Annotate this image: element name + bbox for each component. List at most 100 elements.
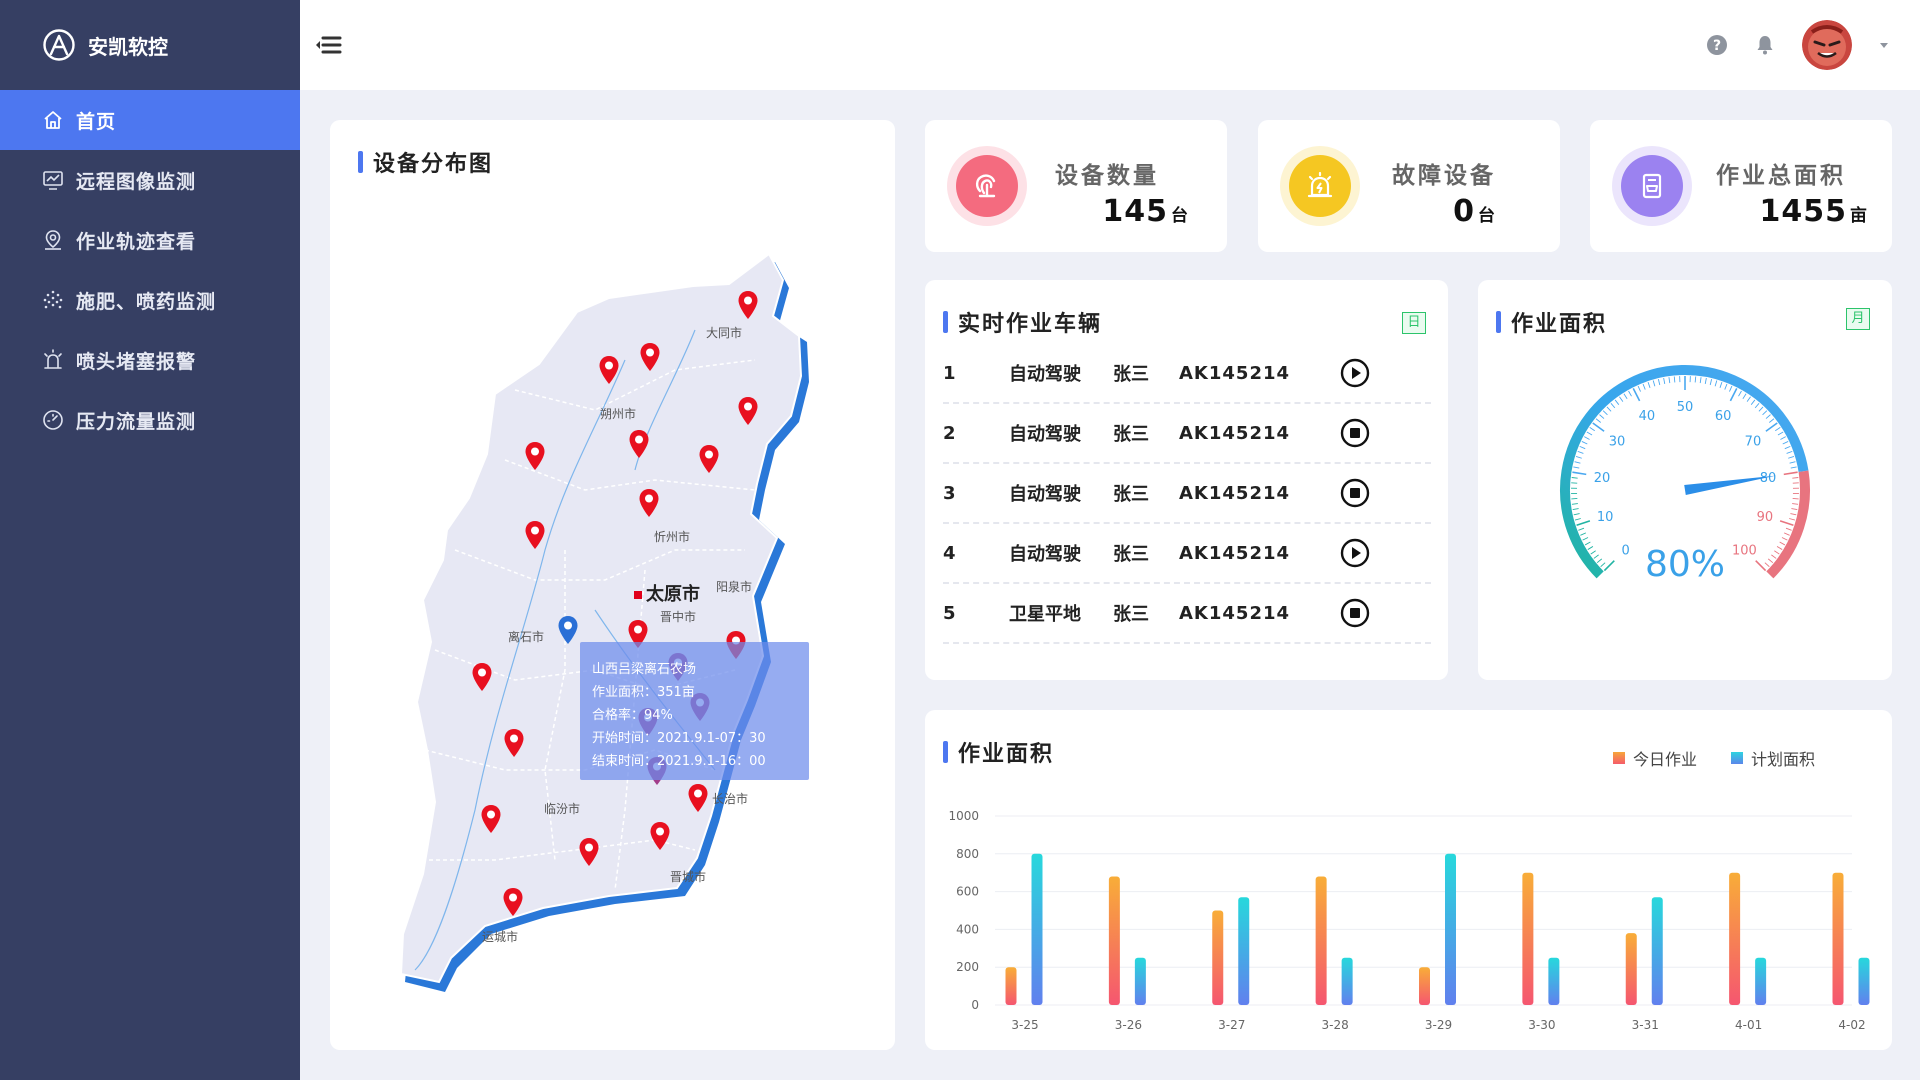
gauge-tick xyxy=(1647,382,1651,388)
vehicle-plate: AK145214 xyxy=(1179,422,1291,444)
x-tick-label: 3-30 xyxy=(1528,1018,1555,1032)
map-pin-icon[interactable] xyxy=(639,342,661,372)
map-pin-icon[interactable] xyxy=(628,429,650,459)
gauge-tick xyxy=(1777,431,1784,436)
tooltip-area: 作业面积：351亩 xyxy=(592,685,695,700)
play-icon[interactable] xyxy=(1339,357,1371,389)
sidebar-item-pressure[interactable]: 压力流量监测 xyxy=(0,390,300,450)
map-pin-icon[interactable] xyxy=(557,615,579,645)
sidebar-item-spray[interactable]: 施肥、喷药监测 xyxy=(0,270,300,330)
stop-icon[interactable] xyxy=(1339,417,1371,449)
gauge-value-label: 80% xyxy=(1645,544,1725,585)
gauge-tick xyxy=(1788,456,1795,459)
gauge-panel: 作业面积 月 0 10 20 30 40 50 60 70 80 90 100 80% xyxy=(1478,280,1892,680)
gauge-tick xyxy=(1599,414,1605,419)
x-tick-label: 4-02 xyxy=(1838,1018,1865,1032)
map-pin-icon[interactable] xyxy=(503,728,525,758)
gauge-tick xyxy=(1578,527,1585,531)
y-tick-label: 600 xyxy=(956,885,979,899)
gauge-tick xyxy=(1577,450,1584,454)
sidebar-item-track[interactable]: 作业轨迹查看 xyxy=(0,210,300,270)
gauge-tick xyxy=(1587,546,1594,550)
map-pin-icon[interactable] xyxy=(578,837,600,867)
daily-filter-badge[interactable]: 日 xyxy=(1402,312,1426,334)
gauge-tick xyxy=(1637,385,1641,392)
vehicle-mode: 自动驾驶 xyxy=(1009,424,1081,445)
y-tick-label: 400 xyxy=(956,922,979,936)
map-pin-icon[interactable] xyxy=(737,396,759,426)
gauge-tick xyxy=(1704,377,1707,384)
stat-icon-bg xyxy=(947,146,1027,226)
gauge-tick xyxy=(1724,383,1728,390)
y-tick-label: 800 xyxy=(956,847,979,861)
brand-logo-icon xyxy=(43,29,75,61)
gauge-tick xyxy=(1750,399,1756,405)
gauge-tick xyxy=(1765,422,1778,432)
gauge-tick-label: 30 xyxy=(1609,435,1626,450)
map-pin-icon[interactable] xyxy=(480,804,502,834)
stat-label: 作业总面积 xyxy=(1716,163,1846,189)
legend-label: 计划面积 xyxy=(1751,750,1816,769)
stop-icon[interactable] xyxy=(1339,597,1371,629)
sidebar-item-home[interactable]: 首页 xyxy=(0,90,300,150)
gauge-tick xyxy=(1764,562,1770,568)
gauge-tick xyxy=(1623,393,1628,400)
chevron-down-icon[interactable] xyxy=(1878,39,1890,51)
chart-bar xyxy=(1522,872,1534,1005)
vehicles-panel-title: 实时作业车辆 xyxy=(943,306,1102,338)
city-label-jincheng: 晋城市 xyxy=(670,870,707,884)
vehicle-operator: 张三 xyxy=(1113,424,1149,445)
gauge-tick xyxy=(1771,554,1777,559)
play-icon[interactable] xyxy=(1339,537,1371,569)
gauge-tick xyxy=(1600,562,1606,568)
stat-card-faults: 故障设备 0台 xyxy=(1258,120,1560,252)
sidebar-item-alarm[interactable]: 喷头堵塞报警 xyxy=(0,330,300,390)
help-icon[interactable]: ? xyxy=(1706,34,1728,56)
gauge-tick xyxy=(1758,406,1764,412)
brand[interactable]: 安凯软控 xyxy=(0,0,300,90)
gauge-tick xyxy=(1719,382,1723,388)
chart-bar xyxy=(1108,876,1120,1005)
gauge-tick xyxy=(1642,383,1646,390)
bell-icon[interactable] xyxy=(1754,34,1776,56)
sidebar-item-label: 远程图像监测 xyxy=(76,170,197,193)
tooltip-name: 山西吕梁离石农场 xyxy=(592,662,697,677)
stat-icon-circle xyxy=(956,155,1018,217)
gauge-tick-label: 20 xyxy=(1594,471,1611,486)
gauge-icon xyxy=(43,410,63,430)
menu-collapse-icon[interactable] xyxy=(314,30,344,60)
user-avatar[interactable] xyxy=(1802,20,1852,70)
map-pin-icon[interactable] xyxy=(598,355,620,385)
stat-icon-bg xyxy=(1280,146,1360,226)
gauge-tick xyxy=(1663,377,1666,384)
vehicle-plate: AK145214 xyxy=(1179,542,1291,564)
stop-icon[interactable] xyxy=(1339,477,1371,509)
map-pin-icon[interactable] xyxy=(698,444,720,474)
map-pin-icon[interactable] xyxy=(638,488,660,518)
chart-bar xyxy=(1212,910,1224,1005)
sidebar-item-remote-image[interactable]: 远程图像监测 xyxy=(0,150,300,210)
capital-marker xyxy=(634,591,642,599)
gauge-tick xyxy=(1596,558,1603,564)
map-pin-icon[interactable] xyxy=(524,441,546,471)
gauge-tick xyxy=(1767,558,1774,564)
map-pin-icon[interactable] xyxy=(687,783,709,813)
map-pin-icon[interactable] xyxy=(649,821,671,851)
map-pin-icon[interactable] xyxy=(737,290,759,320)
chart-bar xyxy=(1005,967,1017,1005)
gauge-tick xyxy=(1576,520,1591,526)
gauge-tick xyxy=(1783,532,1790,536)
vehicle-row: 5 卫星平地 张三 AK145214 xyxy=(943,584,1431,644)
map-pin-icon[interactable] xyxy=(471,662,493,692)
gauge-tick xyxy=(1783,471,1798,476)
gauge-tick xyxy=(1628,390,1632,397)
chart-bar xyxy=(1134,957,1146,1005)
map-pin-icon[interactable] xyxy=(524,520,546,550)
gauge-tick xyxy=(1580,532,1587,536)
gauge-tick xyxy=(1593,554,1599,559)
vehicle-mode: 卫星平地 xyxy=(1009,604,1081,625)
gauge-tick xyxy=(1573,513,1580,516)
gauge-tick xyxy=(1729,388,1738,402)
map-pin-icon[interactable] xyxy=(502,887,524,917)
stat-value: 0台 xyxy=(1453,194,1496,229)
